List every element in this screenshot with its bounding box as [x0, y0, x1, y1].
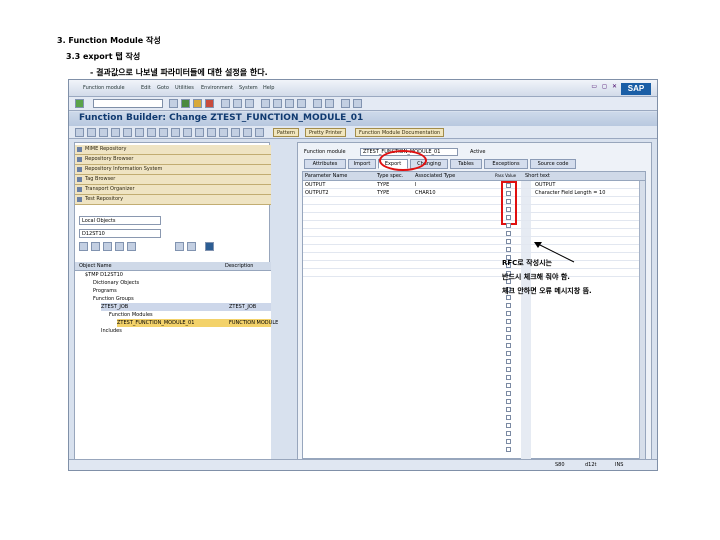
annotation-line-1: RFC로 작성시는 — [502, 259, 552, 267]
annotation-line-3: 체크 안하면 오류 메시지창 뜸. — [502, 287, 592, 295]
annotation-arrow — [534, 242, 575, 263]
annotation-line-2: 반드시 체크해 줘야 함. — [502, 273, 570, 281]
